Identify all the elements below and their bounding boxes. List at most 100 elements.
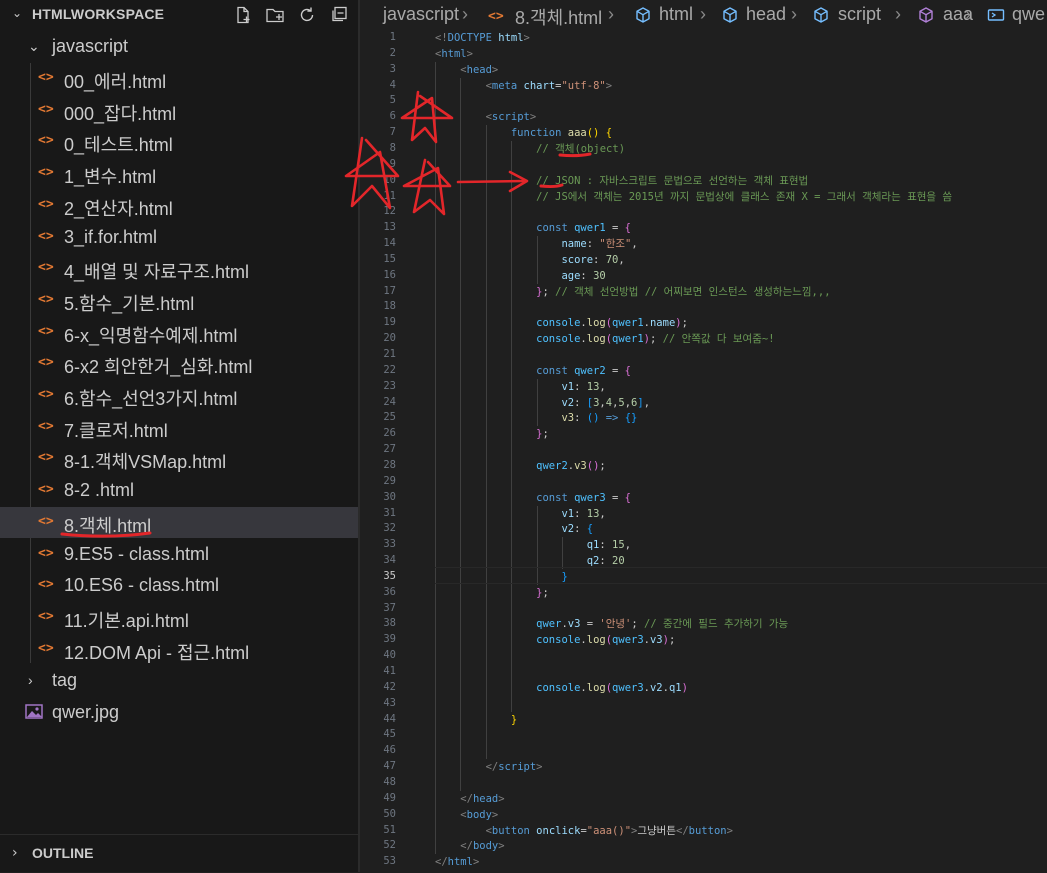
chevron-right-icon: › (791, 4, 797, 24)
line-number: 45 (383, 728, 396, 741)
code-line[interactable]: </html> (435, 854, 479, 870)
code-token: // 안쪽값 다 보여줌~! (662, 333, 775, 346)
code-line[interactable]: const qwer3 = { (435, 490, 631, 506)
breadcrumb-item[interactable]: head (746, 4, 786, 25)
code-line[interactable]: <head> (435, 62, 498, 78)
code-line[interactable]: } (435, 712, 517, 728)
file-item[interactable]: <> 12.DOM Api - 접근.html (0, 634, 358, 665)
folder-javascript[interactable]: ⌄ javascript (0, 31, 358, 62)
code-line[interactable]: function aaa() { (435, 125, 612, 141)
chevron-down-icon[interactable]: ⌄ (12, 6, 22, 20)
workspace-title[interactable]: HTMLWORKSPACE (32, 6, 164, 22)
file-item[interactable]: <> 5.함수_기본.html (0, 285, 358, 316)
file-item[interactable]: <> 000_잡다.html (0, 95, 358, 126)
new-folder-icon[interactable] (262, 3, 288, 27)
outline-title[interactable]: OUTLINE (32, 845, 93, 861)
code-line[interactable]: qwer2.v3(); (435, 458, 606, 474)
file-item[interactable]: <> 8.객체.html (0, 506, 358, 538)
explorer-header[interactable]: ⌄ HTMLWORKSPACE (0, 0, 358, 30)
file-item[interactable]: <> 7.클로저.html (0, 412, 358, 443)
code-line[interactable]: q1: 15, (435, 537, 631, 553)
file-item[interactable]: <> 6-x_익명함수예제.html (0, 317, 358, 348)
code-line[interactable]: <button onclick="aaa()">그냥버튼</button> (435, 823, 733, 839)
line-number: 7 (389, 126, 396, 139)
code-line[interactable]: score: 70, (435, 252, 624, 268)
breadcrumb-item[interactable]: html (659, 4, 693, 25)
file-qwer-jpg[interactable]: qwer.jpg (0, 697, 358, 728)
file-item[interactable]: <> 6.함수_선언3가지.html (0, 380, 358, 411)
file-item[interactable]: <> 4_배열 및 자료구조.html (0, 253, 358, 284)
breadcrumb-item[interactable]: javascript (383, 4, 459, 25)
code-token: qwer3 (612, 681, 644, 694)
file-item[interactable]: <> 8-1.객체VSMap.html (0, 443, 358, 474)
code-line[interactable]: console.log(qwer3.v2.q1) (435, 680, 688, 696)
code-token: log (586, 333, 606, 346)
code-line[interactable]: age: 30 (435, 268, 605, 284)
file-item[interactable]: <> 0_테스트.html (0, 126, 358, 157)
code-line[interactable]: // JS에서 객체는 2015년 까지 문법상에 클래스 존재 X = 그래서… (435, 189, 952, 205)
file-item[interactable]: <> 1_변수.html (0, 158, 358, 189)
refresh-icon[interactable] (294, 3, 320, 27)
outline-section[interactable]: › OUTLINE (0, 834, 358, 873)
code-line[interactable]: v2: { (435, 521, 593, 537)
file-item[interactable]: <> 3_if.for.html (0, 222, 358, 253)
code-token: meta (491, 79, 518, 92)
code-line[interactable]: const qwer2 = { (435, 363, 631, 379)
code-line[interactable]: // 객체(object) (435, 141, 625, 157)
file-item[interactable]: <> 10.ES6 - class.html (0, 570, 358, 601)
code-token: "aaa()" (586, 824, 632, 837)
code-token: { (586, 523, 594, 536)
code-token: // JSON : 자바스크립트 문법으로 선언하는 객체 표현법 (536, 174, 809, 187)
code-line[interactable]: const qwer1 = { (435, 220, 631, 236)
symbol-method-icon (919, 7, 933, 23)
code-line[interactable]: v3: () => {} (435, 410, 637, 426)
folder-tag[interactable]: › tag (0, 665, 358, 696)
code-line[interactable]: qwer.v3 = '안녕'; // 중간에 필드 추가하기 가능 (435, 616, 788, 632)
code-line[interactable]: console.log(qwer1.name); (435, 315, 688, 331)
code-token: > (498, 840, 505, 853)
file-item[interactable]: <> 2_연산자.html (0, 190, 358, 221)
code-line[interactable]: <body> (435, 807, 498, 823)
new-file-icon[interactable] (230, 3, 256, 27)
file-item[interactable]: <> 9.ES5 - class.html (0, 539, 358, 570)
code-line[interactable]: }; (435, 426, 549, 442)
code-line[interactable]: <script> (435, 109, 537, 125)
code-line[interactable]: v1: 13, (435, 506, 605, 522)
code-token: : (574, 523, 587, 536)
file-item[interactable]: <> 00_에러.html (0, 63, 358, 94)
file-item[interactable]: <> 8-2 .html (0, 475, 358, 506)
code-line[interactable]: </head> (435, 791, 504, 807)
code-line[interactable]: <!DOCTYPE html> (435, 30, 530, 46)
code-line[interactable]: v2: [3,4,5,6], (435, 395, 650, 411)
code-line[interactable]: <html> (435, 46, 473, 62)
code-line[interactable]: console.log(qwer1); // 안쪽값 다 보여줌~! (435, 331, 775, 347)
breadcrumb-item[interactable]: script (838, 4, 881, 25)
code-line[interactable]: }; (435, 585, 549, 601)
code-line[interactable]: <meta chart="utf-8"> (435, 78, 612, 94)
file-item[interactable]: <> 6-x2 희안한거_심화.html (0, 348, 358, 379)
line-number: 15 (383, 252, 396, 265)
code-editor[interactable]: javascript › <> 8.객체.html › html › head › script ›… (360, 0, 1047, 872)
code-line[interactable]: } (435, 569, 567, 585)
breadcrumb-item[interactable]: qwe (1012, 4, 1045, 25)
code-line[interactable]: v1: 13, (435, 379, 605, 395)
code-token: 그냥버튼 (637, 824, 676, 837)
line-number: 19 (383, 316, 396, 329)
chevron-right-icon[interactable]: › (12, 845, 18, 861)
code-line[interactable]: console.log(qwer3.v3); (435, 632, 675, 648)
chevron-right-icon: › (895, 4, 901, 24)
code-token: DOCTYPE (447, 32, 492, 44)
code-line[interactable]: }; // 객체 선언방법 // 어찌보면 인스턴스 생성하는느낌,,, (435, 284, 830, 300)
code-line[interactable]: name: "한조", (435, 236, 637, 252)
breadcrumb-item[interactable]: 8.객체.html (515, 4, 602, 30)
file-item[interactable]: <> 11.기본.api.html (0, 602, 358, 633)
code-line[interactable]: </script> (435, 759, 543, 775)
code-line[interactable]: // JSON : 자바스크립트 문법으로 선언하는 객체 표현법 (435, 173, 808, 189)
code-line[interactable]: </body> (435, 838, 505, 854)
collapse-all-icon[interactable] (326, 3, 352, 27)
code-line[interactable]: q2: 20 (435, 553, 625, 569)
code-token: qwer (536, 618, 562, 631)
file-label: 8-2 .html (64, 480, 135, 501)
